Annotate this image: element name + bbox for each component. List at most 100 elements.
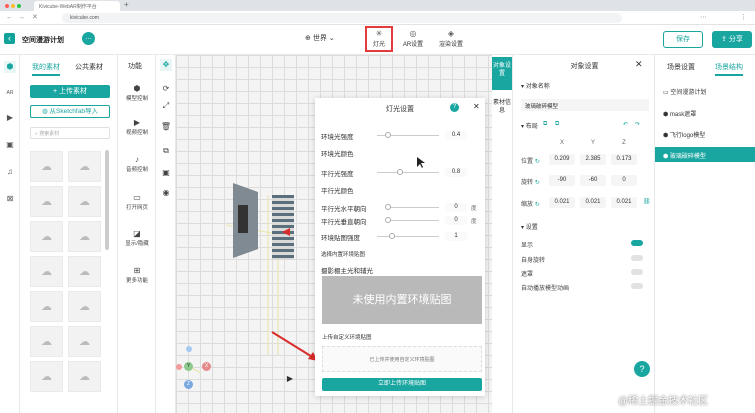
scene-tree-item[interactable]: ⬢ mask遮罩: [655, 105, 755, 120]
dir-horizontal-value[interactable]: 0: [445, 203, 467, 212]
url-field[interactable]: kivicube.com: [62, 13, 622, 23]
dir-vertical-value[interactable]: 0: [445, 216, 467, 225]
ar-mode-icon[interactable]: AR: [4, 87, 16, 99]
redo-icon[interactable]: ↷: [635, 121, 640, 128]
object-name-field[interactable]: 玻璃破碎模型: [521, 99, 649, 111]
music-icon[interactable]: ♫: [4, 166, 16, 178]
reset-icon[interactable]: ↻: [535, 202, 540, 208]
close-icon[interactable]: ✕: [635, 59, 643, 70]
toggle-mask[interactable]: [631, 269, 643, 275]
toggle-show[interactable]: [631, 240, 643, 246]
copy-icon[interactable]: ⧉: [160, 145, 172, 157]
directional-intensity-knob[interactable]: [397, 169, 403, 175]
menu-icon[interactable]: ⋮: [740, 13, 747, 23]
asset-thumbnail[interactable]: ☁: [30, 151, 63, 182]
directional-intensity-slider[interactable]: [377, 172, 439, 173]
asset-thumbnail[interactable]: ☁: [68, 151, 101, 182]
share-button[interactable]: ⇪ 分享: [712, 31, 752, 48]
reset-icon[interactable]: ↻: [535, 180, 540, 186]
dir-vertical-slider[interactable]: [387, 220, 439, 221]
move-tool-icon[interactable]: ✥: [160, 59, 172, 71]
close-icon[interactable]: ✕: [473, 102, 480, 111]
scale-x-field[interactable]: 0.021: [549, 197, 575, 208]
asset-thumbnail[interactable]: ☁: [30, 221, 63, 252]
model-control-item[interactable]: ⬢ 模型控制: [118, 83, 156, 102]
tab-asset-info[interactable]: 素材信息: [492, 95, 512, 125]
scene-tree-item-selected[interactable]: ⬢ 玻璃破碎模型: [655, 147, 755, 162]
show-hide-item[interactable]: ◪ 显示/隐藏: [118, 228, 156, 247]
sketchfab-import-button[interactable]: ◍ 从Sketchfab导入: [30, 105, 110, 118]
position-z-field[interactable]: 0.173: [611, 154, 637, 165]
toggle-self-rotate[interactable]: [631, 255, 643, 261]
audio-control-item[interactable]: ♪ 音频控制: [118, 154, 156, 173]
back-button[interactable]: ‹: [4, 33, 15, 44]
scale-z-field[interactable]: 0.021: [611, 197, 637, 208]
video-control-item[interactable]: ▶ 视频控制: [118, 117, 156, 136]
position-x-field[interactable]: 0.209: [549, 154, 575, 165]
toggle-autoplay[interactable]: [631, 283, 643, 289]
rotate-tool-icon[interactable]: ⟳: [160, 83, 172, 95]
tab-scene-structure[interactable]: 场景结构: [715, 62, 743, 76]
env-map-intensity-knob[interactable]: [389, 233, 395, 239]
ambient-intensity-knob[interactable]: [385, 132, 391, 138]
scale-tool-icon[interactable]: ⤢: [160, 100, 172, 112]
minimize-window-dot[interactable]: [11, 4, 15, 8]
view-icon[interactable]: ◉: [160, 187, 172, 199]
new-tab-icon[interactable]: +: [124, 0, 129, 9]
asset-thumbnail[interactable]: ☁: [30, 291, 63, 322]
lock-ratio-icon[interactable]: ⛓: [643, 198, 651, 205]
render-settings-button[interactable]: ◈ 渲染设置: [434, 29, 468, 48]
undo-icon[interactable]: ↶: [623, 121, 628, 128]
asset-thumbnail[interactable]: ☁: [68, 256, 101, 287]
tab-object-settings[interactable]: 对象设置: [492, 57, 512, 90]
dir-vertical-knob[interactable]: [385, 217, 391, 223]
tab-scene-settings[interactable]: 场景设置: [667, 62, 695, 72]
tab-public-assets[interactable]: 公共素材: [75, 62, 103, 72]
browser-tab[interactable]: Kivicube-WebAR制作平台: [34, 1, 120, 11]
asset-thumbnail[interactable]: ☁: [30, 256, 63, 287]
back-nav-icon[interactable]: ←: [6, 13, 13, 23]
asset-thumbnail[interactable]: ☁: [68, 186, 101, 217]
upload-asset-button[interactable]: + 上传素材: [30, 85, 110, 98]
paste-layout-icon[interactable]: ⧉: [555, 121, 559, 128]
image-icon[interactable]: ▣: [4, 139, 16, 151]
close-window-dot[interactable]: [5, 4, 9, 8]
upload-env-button[interactable]: 立即上传环境贴图: [322, 378, 482, 391]
dir-horizontal-slider[interactable]: [387, 207, 439, 208]
asset-thumbnail[interactable]: ☁: [30, 326, 63, 357]
more-functions-item[interactable]: ⊞ 更多功能: [118, 265, 156, 284]
reload-icon[interactable]: ✕: [32, 13, 38, 23]
world-select[interactable]: ⊕ 世界 ⌄: [305, 32, 345, 46]
ambient-intensity-value[interactable]: 0.4: [445, 131, 467, 140]
asset-scrollbar[interactable]: [105, 150, 109, 250]
open-webpage-item[interactable]: ▭ 打开网页: [118, 192, 156, 211]
builtin-env-select[interactable]: 摄影棚主光和辅光: [321, 265, 373, 275]
asset-thumbnail[interactable]: ☁: [68, 291, 101, 322]
help-floating-button[interactable]: ?: [634, 361, 650, 377]
directional-intensity-value[interactable]: 0.8: [445, 168, 467, 177]
asset-thumbnail[interactable]: ☁: [30, 186, 63, 217]
help-icon[interactable]: ?: [450, 103, 459, 112]
maximize-window-dot[interactable]: [17, 4, 21, 8]
ar-settings-button[interactable]: ◎ AR设置: [398, 29, 428, 48]
asset-thumbnail[interactable]: ☁: [30, 361, 63, 392]
forward-nav-icon[interactable]: →: [18, 13, 25, 23]
play-icon[interactable]: ▶: [283, 373, 297, 385]
video-icon[interactable]: ▶: [4, 112, 16, 124]
custom-env-dropzone[interactable]: 已上传并使用自定义环境贴图: [322, 346, 482, 372]
env-map-intensity-value[interactable]: 1: [445, 232, 467, 241]
position-y-field[interactable]: 2.385: [580, 154, 606, 165]
scene-icon[interactable]: ⊠: [4, 193, 16, 205]
asset-search-input[interactable]: ⌕ 搜索素材: [30, 127, 110, 139]
reset-icon[interactable]: ↻: [535, 159, 540, 165]
cube-icon[interactable]: ⬢: [4, 61, 16, 73]
chat-icon[interactable]: …: [82, 32, 95, 45]
env-map-intensity-slider[interactable]: [377, 236, 439, 237]
extensions-icon[interactable]: ⋯: [700, 13, 707, 23]
asset-thumbnail[interactable]: ☁: [68, 326, 101, 357]
copy-layout-icon[interactable]: ⧉: [543, 121, 547, 128]
asset-thumbnail[interactable]: ☁: [68, 221, 101, 252]
scene-tree-item[interactable]: ⬢ 飞行logo模型: [655, 126, 755, 141]
save-button[interactable]: 保存: [663, 31, 703, 48]
delete-icon[interactable]: 🗑: [160, 121, 172, 133]
